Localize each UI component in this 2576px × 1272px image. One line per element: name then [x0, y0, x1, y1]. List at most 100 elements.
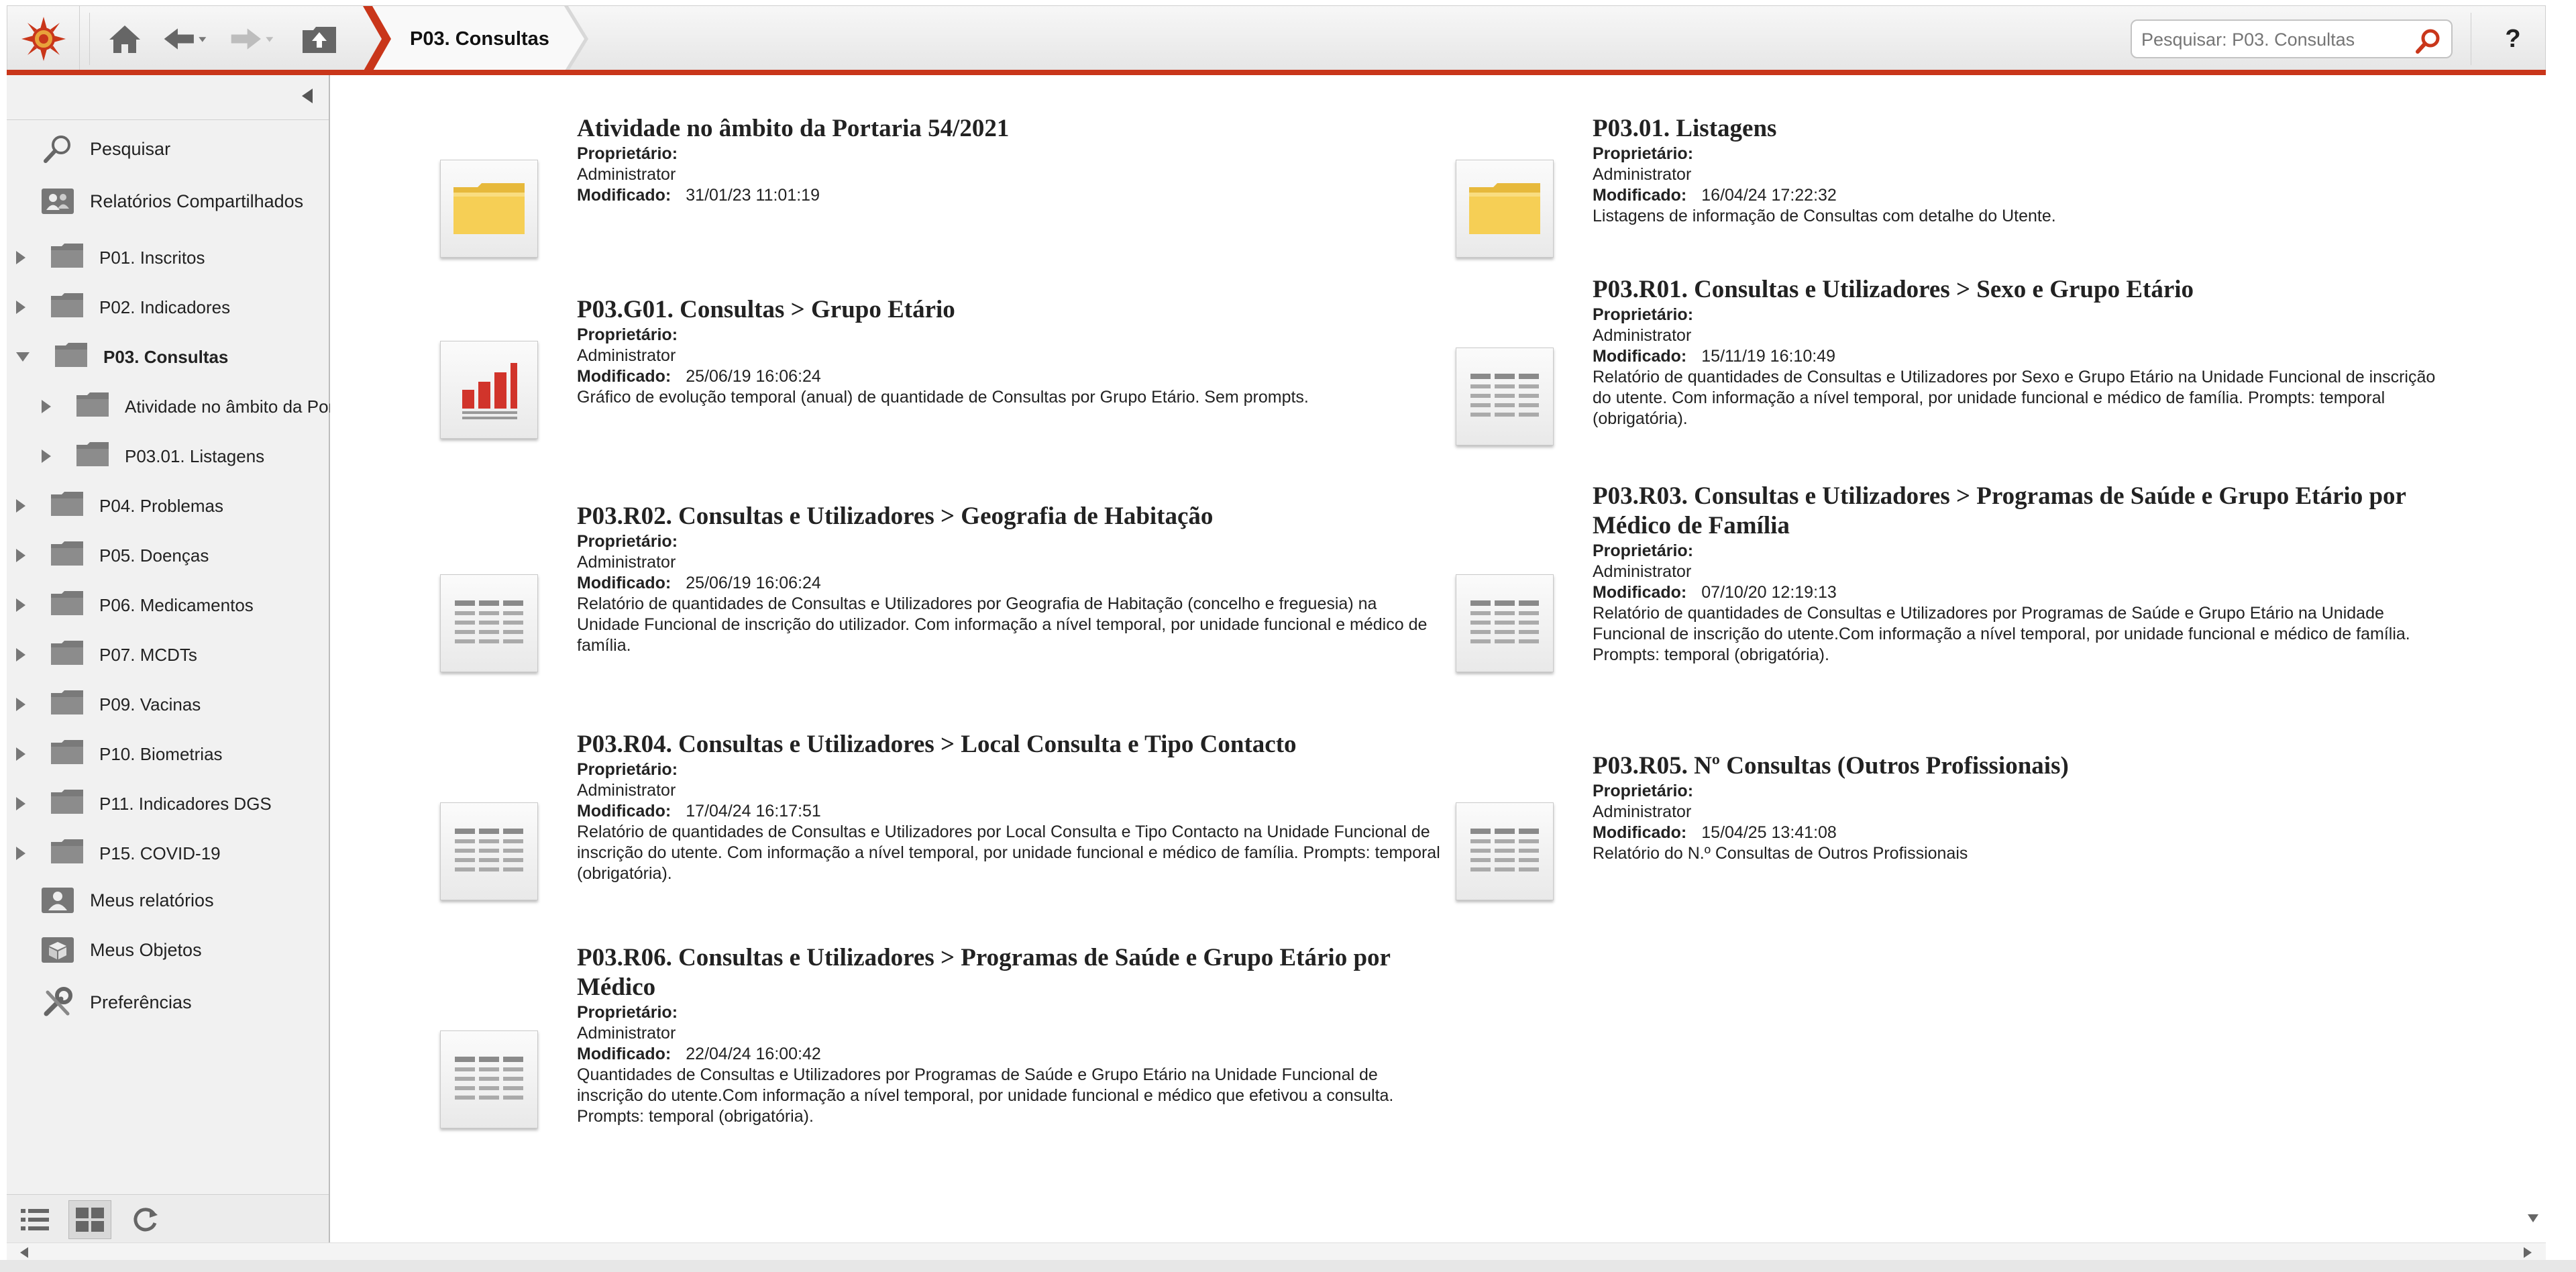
report-title[interactable]: P03.R02. Consultas e Utilizadores > Geog… — [577, 502, 1442, 531]
report-item[interactable]: P03.R01. Consultas e Utilizadores > Sexo… — [1456, 275, 2462, 490]
search-input[interactable] — [2141, 26, 2410, 53]
owner-value: Administrator — [577, 781, 676, 800]
report-info: P03.R01. Consultas e Utilizadores > Sexo… — [1593, 275, 2458, 429]
report-item[interactable]: P03.R02. Consultas e Utilizadores > Geog… — [440, 502, 1446, 717]
bar-chart-icon[interactable] — [440, 341, 538, 439]
report-item[interactable]: P03.R05. Nº Consultas (Outros Profission… — [1456, 751, 2462, 966]
collapsed-arrow-icon[interactable] — [42, 400, 51, 413]
sun-logo-icon[interactable] — [7, 6, 80, 72]
tree-item[interactable]: P09. Vacinas — [16, 684, 330, 725]
tree-item[interactable]: P11. Indicadores DGS — [16, 784, 330, 824]
report-table-icon[interactable] — [1456, 348, 1554, 445]
report-table-icon[interactable] — [440, 802, 538, 900]
home-icon — [109, 25, 140, 53]
my-reports-icon — [40, 885, 75, 916]
horizontal-scrollbar[interactable] — [7, 1242, 2546, 1260]
report-table-icon[interactable] — [1456, 802, 1554, 900]
tree-item[interactable]: P15. COVID-19 — [16, 833, 330, 873]
up-folder-button[interactable] — [296, 17, 343, 61]
report-description: Relatório de quantidades de Consultas e … — [1593, 368, 2436, 428]
tree-item[interactable]: P01. Inscritos — [16, 237, 330, 278]
report-title[interactable]: P03.G01. Consultas > Grupo Etário — [577, 295, 1442, 325]
report-description: Relatório de quantidades de Consultas e … — [577, 594, 1428, 655]
report-item[interactable]: P03.G01. Consultas > Grupo Etário Proprie… — [440, 295, 1446, 510]
collapsed-arrow-icon[interactable] — [16, 797, 25, 810]
owner-row: Proprietário: — [577, 759, 1442, 780]
forward-button[interactable] — [229, 17, 276, 61]
report-item[interactable]: P03.R06. Consultas e Utilizadores > Prog… — [440, 943, 1446, 1158]
tree-item[interactable]: P03.01. Listagens — [42, 436, 330, 476]
refresh-button[interactable] — [123, 1200, 166, 1239]
collapsed-arrow-icon[interactable] — [16, 698, 25, 711]
tree-item[interactable]: P07. MCDTs — [16, 635, 330, 675]
collapsed-arrow-icon[interactable] — [16, 301, 25, 314]
back-button[interactable] — [162, 17, 209, 61]
collapsed-arrow-icon[interactable] — [42, 449, 51, 463]
collapse-panel-icon[interactable] — [302, 89, 313, 103]
list-view-button[interactable] — [13, 1200, 56, 1239]
tile-view-icon — [76, 1208, 104, 1232]
collapsed-arrow-icon[interactable] — [16, 499, 25, 513]
report-table-icon[interactable] — [1456, 574, 1554, 672]
scroll-left-icon[interactable] — [20, 1247, 28, 1258]
tree-item-label: P10. Biometrias — [99, 743, 223, 764]
report-table-icon[interactable] — [440, 1030, 538, 1128]
report-item[interactable]: P03.R03. Consultas e Utilizadores > Prog… — [1456, 482, 2462, 696]
tree-item[interactable]: Atividade no âmbito da Portaria 54/2021 — [42, 386, 330, 427]
scroll-down-icon[interactable] — [2528, 1214, 2538, 1222]
owner-label: Proprietário: — [1593, 782, 1694, 800]
nav-shared-reports[interactable]: Relatórios Compartilhados — [40, 181, 303, 221]
owner-row: Proprietário: — [1593, 781, 2458, 802]
nav-preferences[interactable]: Preferências — [40, 982, 192, 1022]
report-title[interactable]: P03.R01. Consultas e Utilizadores > Sexo… — [1593, 275, 2458, 305]
collapsed-arrow-icon[interactable] — [16, 598, 25, 612]
nav-my-objects[interactable]: Meus Objetos — [40, 930, 202, 970]
scroll-right-icon[interactable] — [2524, 1247, 2532, 1258]
modified-value: 22/04/24 16:00:42 — [686, 1045, 821, 1063]
folder-icon — [54, 341, 89, 373]
owner-label: Proprietário: — [1593, 144, 1694, 163]
shared-users-icon — [40, 186, 75, 217]
help-button[interactable]: ? — [2489, 6, 2536, 72]
tree-item-label: P01. Inscritos — [99, 247, 205, 268]
tree-item[interactable]: P05. Doenças — [16, 535, 330, 576]
modified-label: Modificado: — [577, 186, 672, 205]
tree-item[interactable]: P04. Problemas — [16, 486, 330, 526]
nav-search[interactable]: Pesquisar — [40, 129, 170, 169]
tree-item[interactable]: P03. Consultas — [16, 337, 330, 377]
nav-search-label: Pesquisar — [90, 138, 171, 159]
search-icon[interactable] — [2415, 28, 2442, 54]
collapsed-arrow-icon[interactable] — [16, 847, 25, 860]
owner-label: Proprietário: — [577, 1003, 678, 1022]
report-title[interactable]: Atividade no âmbito da Portaria 54/2021 — [577, 114, 1442, 144]
folder-icon[interactable] — [1456, 160, 1554, 258]
folder-icon — [50, 739, 85, 770]
report-title[interactable]: P03.01. Listagens — [1593, 114, 2458, 144]
folder-icon — [50, 242, 85, 274]
search-box[interactable] — [2131, 19, 2453, 58]
breadcrumb-current[interactable]: P03. Consultas — [410, 6, 549, 72]
tree-item[interactable]: P02. Indicadores — [16, 287, 330, 327]
report-title[interactable]: P03.R04. Consultas e Utilizadores > Loca… — [577, 730, 1442, 759]
collapsed-arrow-icon[interactable] — [16, 747, 25, 761]
tree-item[interactable]: P06. Medicamentos — [16, 585, 330, 625]
collapsed-arrow-icon[interactable] — [16, 648, 25, 661]
folder-icon[interactable] — [440, 160, 538, 258]
modified-row: Modificado: 25/06/19 16:06:24 — [577, 366, 1442, 387]
report-info: P03.R04. Consultas e Utilizadores > Loca… — [577, 730, 1442, 884]
collapsed-arrow-icon[interactable] — [16, 251, 25, 264]
report-table-icon[interactable] — [440, 574, 538, 672]
report-title[interactable]: P03.R06. Consultas e Utilizadores > Prog… — [577, 943, 1442, 1002]
owner-value: Administrator — [1593, 326, 1692, 345]
modified-value: 16/04/24 17:22:32 — [1701, 186, 1837, 205]
tree-item[interactable]: P10. Biometrias — [16, 734, 330, 774]
home-button[interactable] — [101, 17, 148, 61]
report-title[interactable]: P03.R03. Consultas e Utilizadores > Prog… — [1593, 482, 2458, 541]
collapsed-arrow-icon[interactable] — [16, 549, 25, 562]
tree-item-label: P06. Medicamentos — [99, 594, 254, 615]
report-item[interactable]: P03.R04. Consultas e Utilizadores > Loca… — [440, 730, 1446, 945]
expanded-arrow-icon[interactable] — [16, 352, 30, 362]
nav-my-reports[interactable]: Meus relatórios — [40, 880, 214, 920]
tile-view-button[interactable] — [68, 1200, 111, 1239]
report-title[interactable]: P03.R05. Nº Consultas (Outros Profission… — [1593, 751, 2458, 781]
